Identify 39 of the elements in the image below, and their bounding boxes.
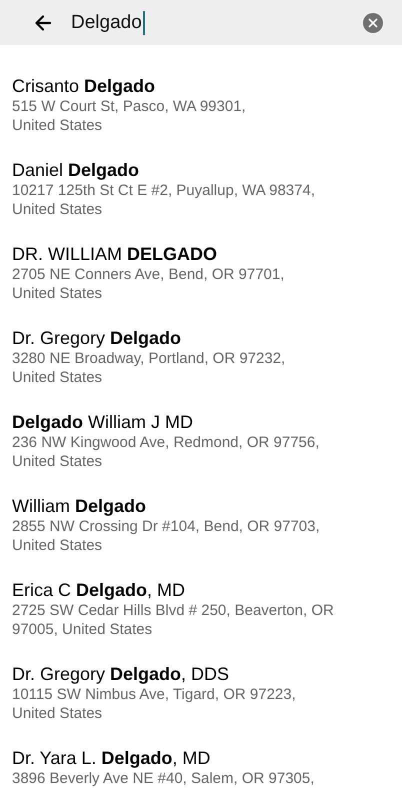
result-address: United States — [12, 452, 104, 471]
result-item[interactable]: Daniel Delgado 10217 125th St Ct E #2, Puyallup, WA 98374, United States — [0, 159, 402, 243]
result-address: 10115 SW Nimbus Ave, Tigard, OR 97223, — [12, 685, 297, 704]
result-item[interactable]: Erica C Delgado, MD 2725 SW Cedar Hills Blvd # 250, Beaverton, OR 97005, United States — [0, 579, 402, 663]
result-address: 515 W Court St, Pasco, WA 99301, — [12, 97, 247, 116]
result-address: 3280 NE Broadway, Portland, OR 97232, — [12, 349, 286, 368]
result-name: DR. WILLIAM DELGADO — [12, 243, 218, 265]
result-name: Daniel Delgado — [12, 159, 140, 181]
text-cursor — [142, 10, 145, 34]
result-address: United States — [12, 536, 104, 555]
back-arrow-icon[interactable] — [33, 12, 53, 32]
result-address: United States — [12, 704, 104, 723]
result-address: United States — [12, 284, 104, 303]
result-address: 236 NW Kingwood Ave, Redmond, OR 97756, — [12, 433, 320, 452]
result-address: 3896 Beverly Ave NE #40, Salem, OR 97305, — [12, 769, 316, 788]
result-item[interactable]: Dr. Gregory Delgado, DDS 10115 SW Nimbus Ave, Tigard, OR 97223, United States — [0, 663, 402, 747]
result-item[interactable]: Delgado William J MD 236 NW Kingwood Ave, Redmond, OR 97756, United States — [0, 411, 402, 495]
result-name: William Delgado — [12, 495, 148, 517]
search-field[interactable]: Delgado — [71, 10, 363, 34]
result-address: 2725 SW Cedar Hills Blvd # 250, Beaverton, OR — [12, 601, 335, 620]
result-address: 97005, United States — [12, 620, 154, 639]
result-name: Erica C Delgado, MD — [12, 579, 186, 601]
result-item[interactable]: DR. WILLIAM DELGADO 2705 NE Conners Ave, Bend, OR 97701, United States — [0, 243, 402, 327]
result-name: Dr. Gregory Delgado, DDS — [12, 663, 230, 685]
result-item[interactable]: Dr. Yara L. Delgado, MD 3896 Beverly Ave NE #40, Salem, OR 97305, — [0, 747, 402, 791]
result-address: 2855 NW Crossing Dr #104, Bend, OR 97703, — [12, 517, 321, 536]
result-address: United States — [12, 116, 104, 135]
result-address: United States — [12, 200, 104, 219]
clear-icon[interactable] — [363, 12, 383, 32]
result-name: Crisanto Delgado — [12, 75, 156, 97]
result-name: Dr. Gregory Delgado — [12, 327, 182, 349]
result-item[interactable]: Dr. Gregory Delgado 3280 NE Broadway, Portland, OR 97232, United States — [0, 327, 402, 411]
result-address: 2705 NE Conners Ave, Bend, OR 97701, — [12, 265, 286, 284]
result-name: Dr. Yara L. Delgado, MD — [12, 747, 212, 769]
result-address: 10217 125th St Ct E #2, Puyallup, WA 98374, — [12, 181, 316, 200]
result-name: Delgado William J MD — [12, 411, 194, 433]
result-item[interactable]: William Delgado 2855 NW Crossing Dr #104, Bend, OR 97703, United States — [0, 495, 402, 579]
result-item[interactable]: Crisanto Delgado 515 W Court St, Pasco, WA 99301, United States — [0, 75, 402, 159]
result-address: United States — [12, 368, 104, 387]
